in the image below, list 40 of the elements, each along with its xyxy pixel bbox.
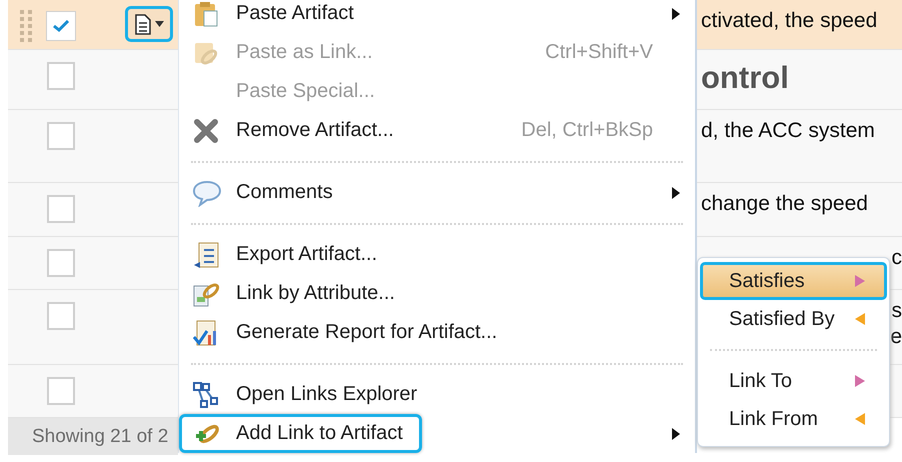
artifact-menu-button[interactable]	[125, 6, 173, 42]
row-count-text: Showing 21 of 2	[32, 426, 168, 448]
network-icon	[192, 380, 220, 408]
menu-item[interactable]: Link by Attribute...	[179, 274, 695, 313]
requirement-text: ctivated, the speed	[701, 8, 878, 34]
menu-item[interactable]: Comments	[179, 173, 695, 212]
submenu-item[interactable]: Satisfies	[700, 262, 887, 300]
submenu-arrow-icon	[671, 426, 681, 440]
shortcut-text: Ctrl+Shift+V	[545, 41, 654, 64]
shortcut-text: Del, Ctrl+BkSp	[521, 119, 654, 142]
submenu-arrow-icon	[671, 186, 681, 200]
submenu-arrow-icon	[671, 6, 681, 20]
caret-icon	[155, 21, 164, 27]
menu-item[interactable]: Open Links Explorer	[179, 375, 695, 414]
row-checkbox[interactable]	[47, 302, 75, 330]
menu-item[interactable]: Generate Report for Artifact...	[179, 313, 695, 352]
requirement-text: c	[892, 245, 902, 271]
speech-bubble-icon	[192, 178, 222, 206]
submenu-item[interactable]: Link From	[700, 400, 887, 438]
section-heading: ontrol	[701, 59, 789, 97]
submenu-item[interactable]: Link To	[700, 362, 887, 400]
row-checkbox[interactable]	[47, 195, 75, 223]
requirement-text: s	[892, 298, 902, 324]
menu-item[interactable]: Paste Artifact	[179, 0, 695, 33]
document-export-icon	[192, 240, 220, 268]
requirement-text: d, the ACC system	[701, 118, 875, 144]
menu-item[interactable]: Remove Artifact... Del, Ctrl+BkSp	[179, 111, 695, 150]
checkmark-icon	[53, 20, 69, 32]
row-checkbox[interactable]	[47, 249, 75, 277]
requirement-text: e	[890, 324, 902, 350]
menu-item[interactable]: Export Artifact...	[179, 235, 695, 274]
row-checkbox[interactable]	[47, 62, 75, 90]
row-checkbox[interactable]	[47, 377, 75, 405]
close-icon	[192, 116, 220, 144]
requirement-text: change the speed	[701, 191, 868, 217]
submenu-item[interactable]: Satisfied By	[700, 300, 887, 338]
row-checkbox[interactable]	[47, 122, 75, 150]
drag-handle-icon[interactable]	[20, 8, 32, 44]
menu-item[interactable]: Add Link to Artifact	[179, 414, 695, 453]
document-icon	[134, 12, 152, 36]
